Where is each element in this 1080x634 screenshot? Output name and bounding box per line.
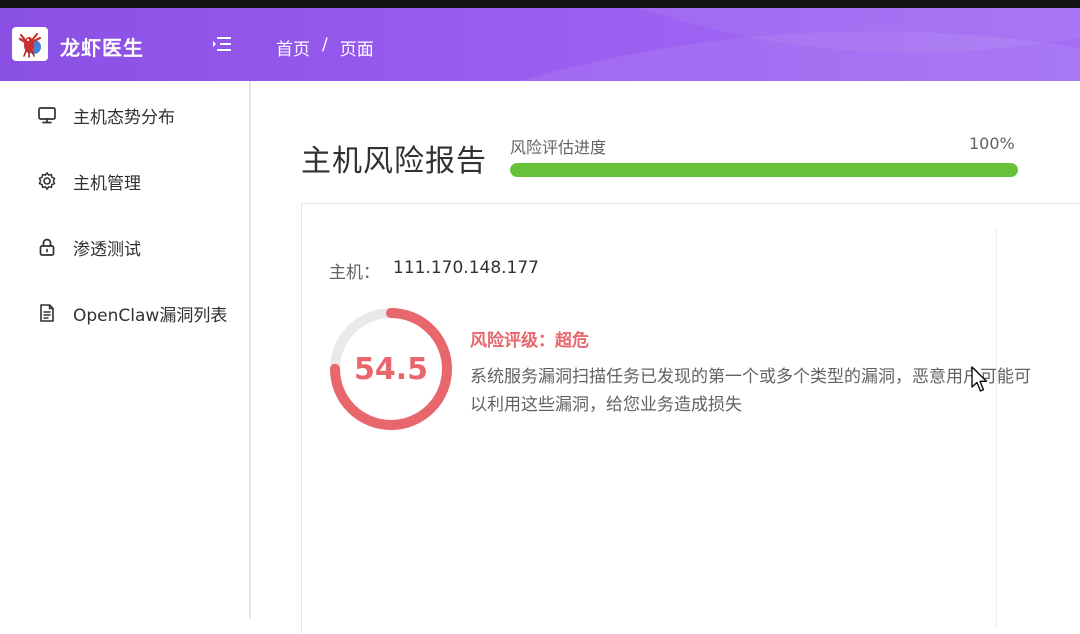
main-content: 主机风险报告 风险评估进度 100% 主机： 111.170.148.177 5… bbox=[251, 81, 1080, 634]
risk-description: 系统服务漏洞扫描任务已发现的第一个或多个类型的漏洞，恶意用户可能可以利用这些漏洞… bbox=[470, 367, 1031, 415]
progress-bar-fill bbox=[510, 163, 1018, 177]
progress-bar bbox=[510, 163, 1018, 177]
sidebar-item-label: 渗透测试 bbox=[73, 239, 141, 260]
sidebar-item-label: 主机态势分布 bbox=[73, 107, 175, 128]
sidebar-item-host-overview[interactable]: 主机态势分布 bbox=[0, 93, 249, 137]
menu-toggle-button[interactable] bbox=[210, 34, 234, 54]
sidebar-item-openclaw-vulnerabilities[interactable]: OpenClaw漏洞列表 bbox=[0, 291, 249, 335]
gear-icon bbox=[36, 170, 58, 192]
breadcrumb-separator: / bbox=[322, 35, 328, 55]
document-icon bbox=[36, 302, 58, 324]
card-divider bbox=[996, 227, 997, 627]
top-header: 龙虾医生 首页 / 页面 bbox=[0, 8, 1080, 81]
lock-icon bbox=[36, 236, 58, 258]
progress-percent: 100% bbox=[969, 134, 1015, 153]
progress-label: 风险评估进度 bbox=[510, 138, 607, 157]
monitor-icon bbox=[36, 104, 58, 126]
host-label: 主机： bbox=[329, 263, 380, 283]
sidebar-item-label: 主机管理 bbox=[73, 173, 141, 194]
mouse-cursor-icon bbox=[971, 366, 988, 392]
page-title: 主机风险报告 bbox=[301, 144, 487, 179]
risk-score-value: 54.5 bbox=[353, 351, 429, 387]
header-background-wave bbox=[520, 8, 1080, 81]
breadcrumb-home-link[interactable]: 首页 bbox=[276, 35, 310, 60]
app-title: 龙虾医生 bbox=[60, 36, 144, 60]
sidebar: 主机态势分布 主机管理 渗透测试 OpenClaw漏洞列表 bbox=[0, 81, 251, 619]
risk-level: 风险评级：超危 bbox=[470, 331, 589, 351]
app-logo[interactable] bbox=[12, 27, 48, 61]
lobster-logo-icon bbox=[18, 32, 42, 58]
menu-fold-icon bbox=[213, 37, 231, 51]
sidebar-item-penetration-test[interactable]: 渗透测试 bbox=[0, 225, 249, 269]
breadcrumb: 首页 / 页面 bbox=[276, 35, 374, 60]
breadcrumb-current: 页面 bbox=[339, 40, 374, 60]
host-ip: 111.170.148.177 bbox=[393, 258, 540, 278]
top-strip bbox=[0, 0, 1080, 8]
sidebar-item-host-management[interactable]: 主机管理 bbox=[0, 159, 249, 203]
sidebar-item-label: OpenClaw漏洞列表 bbox=[73, 305, 228, 326]
